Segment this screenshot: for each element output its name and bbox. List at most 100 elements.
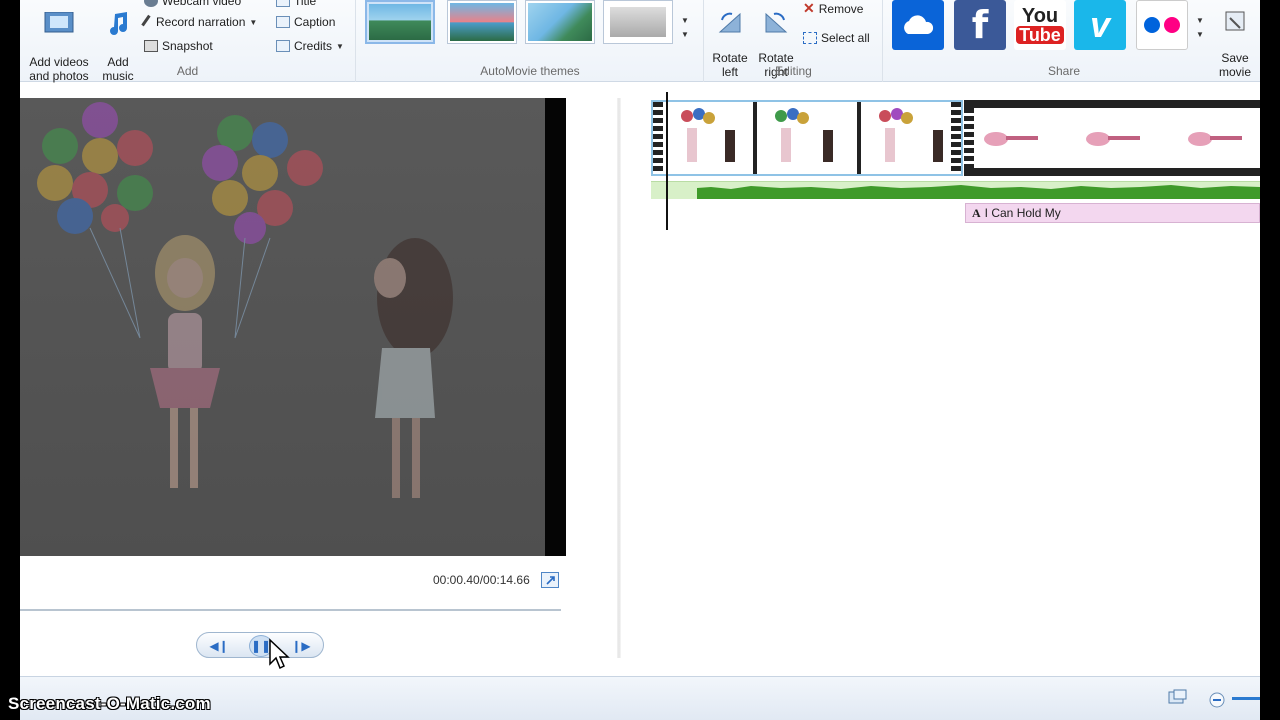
add-group-label: Add xyxy=(176,64,199,78)
clip-thumbnail xyxy=(667,108,755,168)
video-preview[interactable] xyxy=(20,98,566,556)
title-icon xyxy=(276,0,290,7)
webcam-icon xyxy=(144,0,158,7)
caption-icon xyxy=(276,16,290,28)
remove-label: Remove xyxy=(818,1,864,16)
film-sprocket xyxy=(964,108,974,168)
seek-bar[interactable] xyxy=(20,609,561,611)
share-group: f You Tube v ▼ ▼ Save movie Share xyxy=(884,0,1260,82)
youtube-button[interactable]: You Tube xyxy=(1014,0,1066,50)
vimeo-button[interactable]: v xyxy=(1074,0,1126,50)
zoom-out-icon[interactable] xyxy=(1208,691,1226,709)
caption-text-icon: A xyxy=(972,205,981,220)
clip-trim-bar xyxy=(1064,168,1260,176)
storyboard-view-icon[interactable] xyxy=(1168,689,1188,705)
next-frame-icon: ❙▶ xyxy=(291,639,311,653)
theme-preview-image xyxy=(450,3,514,41)
theme-preview-image xyxy=(606,3,670,41)
rotate-right-icon xyxy=(765,12,788,33)
theme-thumbnail[interactable] xyxy=(447,0,517,44)
microphone-icon xyxy=(141,14,155,30)
expand-arrow-icon xyxy=(546,576,555,585)
share-scroll[interactable]: ▼ ▼ xyxy=(1196,14,1204,42)
fullscreen-icon[interactable] xyxy=(541,572,559,588)
scroll-down-icon[interactable]: ▼ xyxy=(1196,14,1204,28)
youtube-icon-bottom: Tube xyxy=(1016,26,1064,44)
onedrive-button[interactable] xyxy=(892,0,944,50)
clip-thumbnail xyxy=(865,108,953,168)
expand-gallery-icon[interactable]: ▼ xyxy=(681,28,689,42)
music-track[interactable] xyxy=(651,181,1260,199)
select-all-button[interactable]: Select all xyxy=(803,31,870,45)
scroll-down-icon[interactable]: ▼ xyxy=(681,14,689,28)
film-sprocket xyxy=(653,102,663,174)
editing-group-label: Editing xyxy=(775,64,812,78)
playback-time: 00:00.40/00:14.66 xyxy=(433,573,530,587)
title-button[interactable]: Title xyxy=(276,0,316,8)
themes-scroll[interactable]: ▼ ▼ xyxy=(681,14,689,42)
credits-button[interactable]: Credits ▼ xyxy=(276,39,344,53)
youtube-icon-top: You xyxy=(1021,5,1059,27)
pane-splitter[interactable] xyxy=(617,98,621,658)
vimeo-icon: v xyxy=(1089,4,1111,45)
video-clip-selected[interactable] xyxy=(651,100,963,176)
remove-button[interactable]: ✕ Remove xyxy=(803,0,863,17)
preview-frame xyxy=(20,98,545,556)
right-letterbox xyxy=(1260,0,1280,720)
remove-x-icon: ✕ xyxy=(803,0,815,16)
theme-preview-image xyxy=(528,3,592,41)
preview-image xyxy=(37,102,453,498)
title-label: Title xyxy=(294,0,317,8)
editing-group: Rotate left Rotate right ✕ Remove Select… xyxy=(705,0,883,82)
flickr-button[interactable] xyxy=(1136,0,1188,50)
flickr-blue-dot-icon xyxy=(1144,17,1160,33)
record-narration-button[interactable]: Record narration ▼ xyxy=(141,14,258,30)
previous-frame-button[interactable]: ◀❙ xyxy=(209,637,229,655)
film-photo-icon xyxy=(44,12,74,33)
rotate-left-icon xyxy=(718,12,741,33)
film-sprocket xyxy=(951,102,961,174)
record-narration-label: Record narration xyxy=(156,15,246,29)
previous-frame-icon: ◀❙ xyxy=(209,639,229,653)
clip-trim-bar xyxy=(1064,100,1260,108)
select-all-label: Select all xyxy=(821,31,870,45)
snapshot-button[interactable]: Snapshot xyxy=(144,39,213,53)
playback-controls: ◀❙ ❚❚ ❙▶ xyxy=(196,632,324,658)
clip-thumbnail xyxy=(761,108,849,168)
theme-thumbnail[interactable] xyxy=(603,0,673,44)
zoom-slider[interactable] xyxy=(1232,697,1260,700)
caption-clip-text: I Can Hold My xyxy=(984,206,1061,220)
music-note-icon xyxy=(110,12,127,35)
expand-gallery-icon[interactable]: ▼ xyxy=(1196,28,1204,42)
guitar-thumbnails xyxy=(984,132,1242,146)
webcam-label: Webcam video xyxy=(162,0,242,8)
webcam-video-button[interactable]: Webcam video xyxy=(144,0,241,8)
share-group-label: Share xyxy=(1047,64,1081,78)
snapshot-icon xyxy=(144,40,158,52)
theme-thumbnail[interactable] xyxy=(365,0,435,44)
automovie-themes-group: ▼ ▼ AutoMovie themes xyxy=(357,0,704,82)
ribbon: Add videos and photos Add music Webcam v… xyxy=(20,0,1260,83)
video-clip[interactable] xyxy=(964,100,1260,176)
movie-maker-window: Add videos and photos Add music Webcam v… xyxy=(20,0,1260,720)
chevron-down-icon: ▼ xyxy=(249,17,258,27)
save-movie-icon xyxy=(1225,11,1245,31)
theme-thumbnail[interactable] xyxy=(525,0,595,44)
watermark: Screencast-O-Matic.com xyxy=(8,694,211,713)
chevron-down-icon: ▼ xyxy=(336,41,344,51)
mouse-cursor-icon xyxy=(269,638,290,670)
timeline-playhead[interactable] xyxy=(666,92,668,230)
caption-button[interactable]: Caption xyxy=(276,15,335,29)
theme-preview-image xyxy=(369,4,431,40)
add-group: Add videos and photos Add music Webcam v… xyxy=(20,0,356,83)
credits-label: Credits xyxy=(294,39,333,53)
cloud-icon xyxy=(904,15,934,34)
facebook-button[interactable]: f xyxy=(954,0,1006,50)
caption-clip[interactable]: A I Can Hold My xyxy=(965,203,1260,223)
left-letterbox xyxy=(0,0,20,720)
audio-waveform xyxy=(697,185,1260,199)
credits-icon xyxy=(276,40,290,52)
themes-group-label: AutoMovie themes xyxy=(480,64,580,78)
next-frame-button[interactable]: ❙▶ xyxy=(291,637,311,655)
caption-label: Caption xyxy=(294,15,336,29)
